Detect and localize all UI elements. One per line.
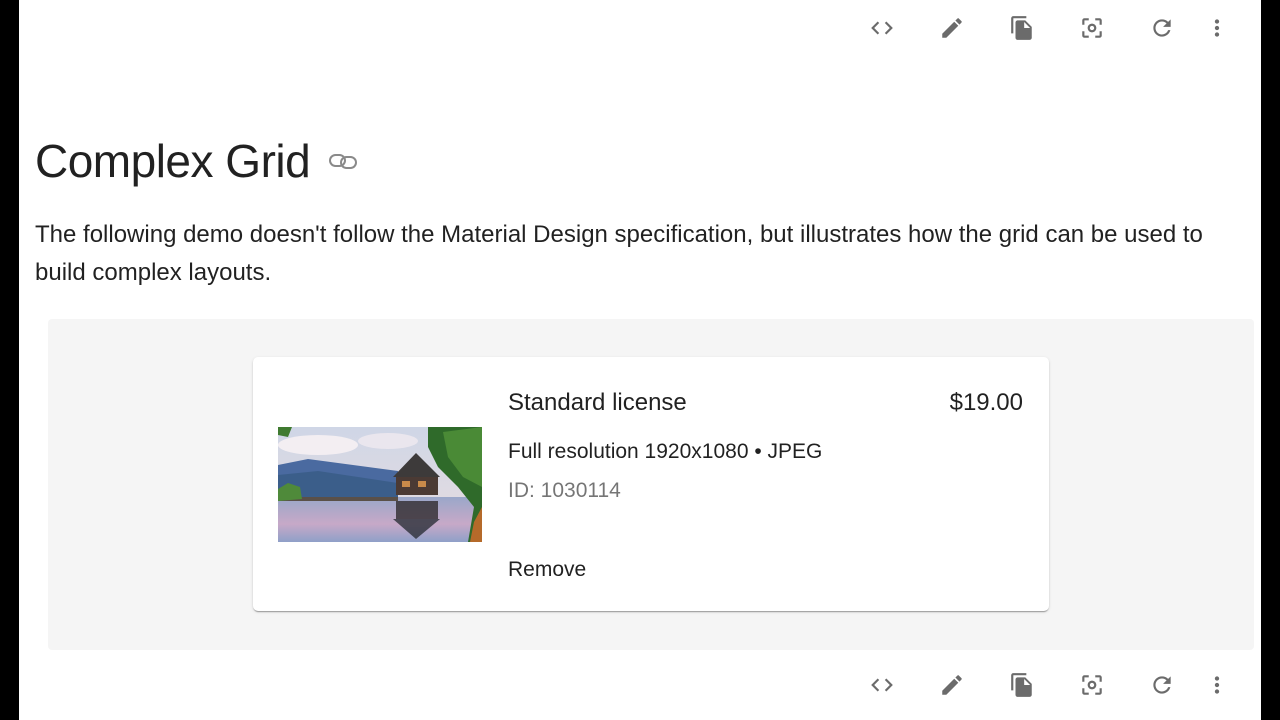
- item-id: ID: 1030114: [508, 479, 621, 502]
- edit-button[interactable]: [917, 8, 987, 48]
- section-heading: Complex Grid: [35, 134, 360, 188]
- refresh-icon: [1153, 676, 1171, 694]
- reset-focus-button-bottom[interactable]: [1057, 665, 1127, 705]
- page-title: Complex Grid: [35, 135, 311, 187]
- more-options-button-bottom[interactable]: [1197, 665, 1237, 705]
- reset-focus-button[interactable]: [1057, 8, 1127, 48]
- more-options-button[interactable]: [1197, 8, 1237, 48]
- link-icon: [329, 154, 358, 169]
- reset-demo-button-bottom[interactable]: [1127, 665, 1197, 705]
- view-source-button[interactable]: [847, 8, 917, 48]
- license-title: Standard license: [508, 389, 687, 416]
- copy-file-icon: [1011, 16, 1032, 40]
- more-vert-icon: [1214, 676, 1220, 694]
- copy-source-button-bottom[interactable]: [987, 665, 1057, 705]
- edit-pencil-icon: [942, 18, 962, 38]
- reset-demo-button[interactable]: [1127, 8, 1197, 48]
- demo-toolbar-top: [847, 8, 1237, 48]
- resolution-info: Full resolution 1920x1080 • JPEG: [508, 440, 823, 463]
- remove-button[interactable]: Remove: [508, 558, 586, 582]
- demo-container: Standard license $19.00 Full resolution …: [48, 319, 1254, 650]
- product-image-button[interactable]: [278, 427, 482, 542]
- edit-button-bottom[interactable]: [917, 665, 987, 705]
- code-icon: [871, 678, 893, 692]
- copy-source-button[interactable]: [987, 8, 1057, 48]
- screenshot-focus-icon: [1082, 18, 1102, 38]
- more-vert-icon: [1214, 19, 1220, 37]
- product-image: [278, 427, 482, 542]
- copy-file-icon: [1011, 673, 1032, 697]
- section-description: The following demo doesn't follow the Ma…: [35, 221, 1203, 286]
- view-source-button-bottom[interactable]: [847, 665, 917, 705]
- page: Complex Grid The following demo doesn't …: [19, 0, 1261, 720]
- screenshot-focus-icon: [1082, 675, 1102, 695]
- edit-pencil-icon: [942, 675, 962, 695]
- refresh-icon: [1153, 19, 1171, 37]
- demo-toolbar-bottom: [847, 665, 1237, 705]
- product-card: Standard license $19.00 Full resolution …: [253, 357, 1049, 611]
- heading-anchor-link[interactable]: [326, 144, 360, 178]
- code-icon: [871, 21, 893, 35]
- license-price: $19.00: [949, 389, 1023, 416]
